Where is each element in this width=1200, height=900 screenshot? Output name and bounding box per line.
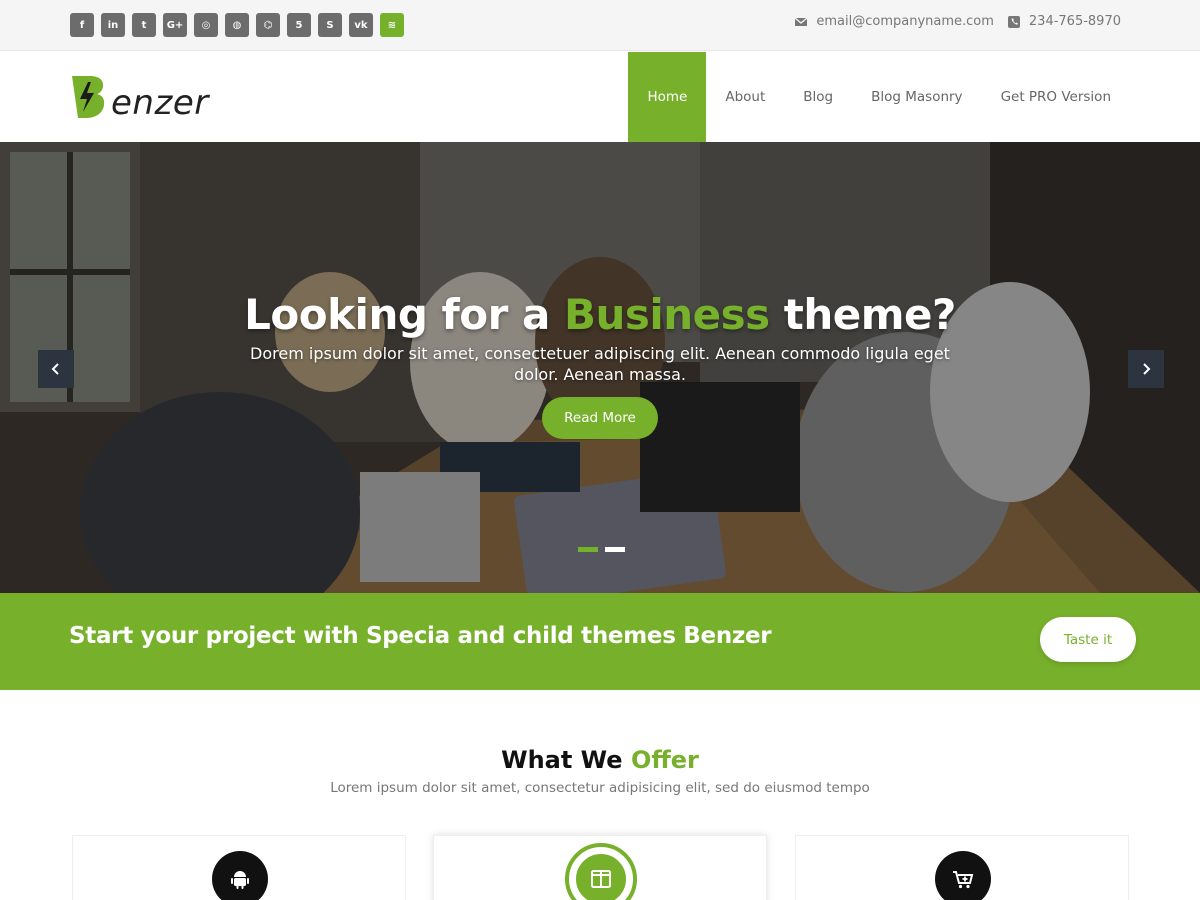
slider-prev-button[interactable] <box>38 350 74 388</box>
html5-icon[interactable]: 5 <box>287 13 311 37</box>
phone-text[interactable]: 234-765-8970 <box>1029 14 1121 29</box>
columns-icon <box>591 870 611 888</box>
service-card-2[interactable] <box>433 835 767 900</box>
taste-it-button[interactable]: Taste it <box>1040 617 1136 662</box>
service-card-3[interactable] <box>795 835 1129 900</box>
top-bar: f in t G+ ◎ ◍ ⌬ 5 S vk ≋ email@companyna… <box>0 0 1200 51</box>
nav-item-home[interactable]: Home <box>628 52 707 142</box>
hero-content: Looking for a Business theme? Dorem ipsu… <box>0 290 1200 439</box>
chevron-left-icon <box>51 363 59 375</box>
service-card-icon-wrap <box>212 851 268 900</box>
logo-text: enzer <box>111 83 209 123</box>
site-header: enzer Home About Blog Blog Masonry Get P… <box>0 52 1200 142</box>
vk-icon[interactable]: vk <box>349 13 373 37</box>
social-links: f in t G+ ◎ ◍ ⌬ 5 S vk ≋ <box>70 13 404 37</box>
service-card-icon-wrap <box>573 851 629 900</box>
hero-slider: Looking for a Business theme? Dorem ipsu… <box>0 142 1200 593</box>
hero-title-highlight: Business <box>563 290 770 339</box>
dribbble-icon[interactable]: ◍ <box>225 13 249 37</box>
google-plus-icon[interactable]: G+ <box>163 13 187 37</box>
service-card-icon-wrap <box>935 851 991 900</box>
hero-description: Dorem ipsum dolor sit amet, consectetuer… <box>250 344 950 384</box>
nav-item-about[interactable]: About <box>706 52 784 142</box>
hero-title: Looking for a Business theme? <box>244 290 956 339</box>
slider-dot-1[interactable] <box>578 547 598 552</box>
spotify-icon[interactable]: ≋ <box>380 13 404 37</box>
twitter-icon[interactable]: t <box>132 13 156 37</box>
offer-title: What We Offer <box>501 746 699 774</box>
slider-dot-2[interactable] <box>605 547 625 552</box>
service-card-1[interactable] <box>72 835 406 900</box>
envelope-icon <box>795 17 808 26</box>
nav-item-get-pro[interactable]: Get PRO Version <box>982 52 1130 142</box>
slider-pagination <box>578 547 625 552</box>
android-icon <box>231 871 249 889</box>
phone-info[interactable]: 234-765-8970 <box>1007 14 1121 29</box>
phone-icon <box>1007 15 1020 28</box>
cta-text: Start your project with Specia and child… <box>69 623 772 649</box>
site-logo[interactable]: enzer <box>70 72 209 122</box>
nav-item-blog-masonry[interactable]: Blog Masonry <box>852 52 981 142</box>
facebook-icon[interactable]: f <box>70 13 94 37</box>
main-nav: Home About Blog Blog Masonry Get PRO Ver… <box>628 52 1130 142</box>
slider-next-button[interactable] <box>1128 350 1164 388</box>
offer-title-highlight: Offer <box>630 746 699 774</box>
logo-mark-icon <box>72 76 105 118</box>
read-more-button[interactable]: Read More <box>542 397 658 439</box>
chevron-right-icon <box>1143 363 1151 375</box>
cart-plus-icon <box>953 871 974 889</box>
contact-info: email@companyname.com 234-765-8970 <box>795 14 1121 29</box>
email-info[interactable]: email@companyname.com <box>795 14 994 29</box>
github-icon[interactable]: ⌬ <box>256 13 280 37</box>
skype-icon[interactable]: S <box>318 13 342 37</box>
nav-item-blog[interactable]: Blog <box>784 52 852 142</box>
email-text[interactable]: email@companyname.com <box>816 14 994 29</box>
offer-subtitle: Lorem ipsum dolor sit amet, consectetur … <box>330 780 870 796</box>
call-to-action: Start your project with Specia and child… <box>0 593 1200 690</box>
linkedin-icon[interactable]: in <box>101 13 125 37</box>
instagram-icon[interactable]: ◎ <box>194 13 218 37</box>
